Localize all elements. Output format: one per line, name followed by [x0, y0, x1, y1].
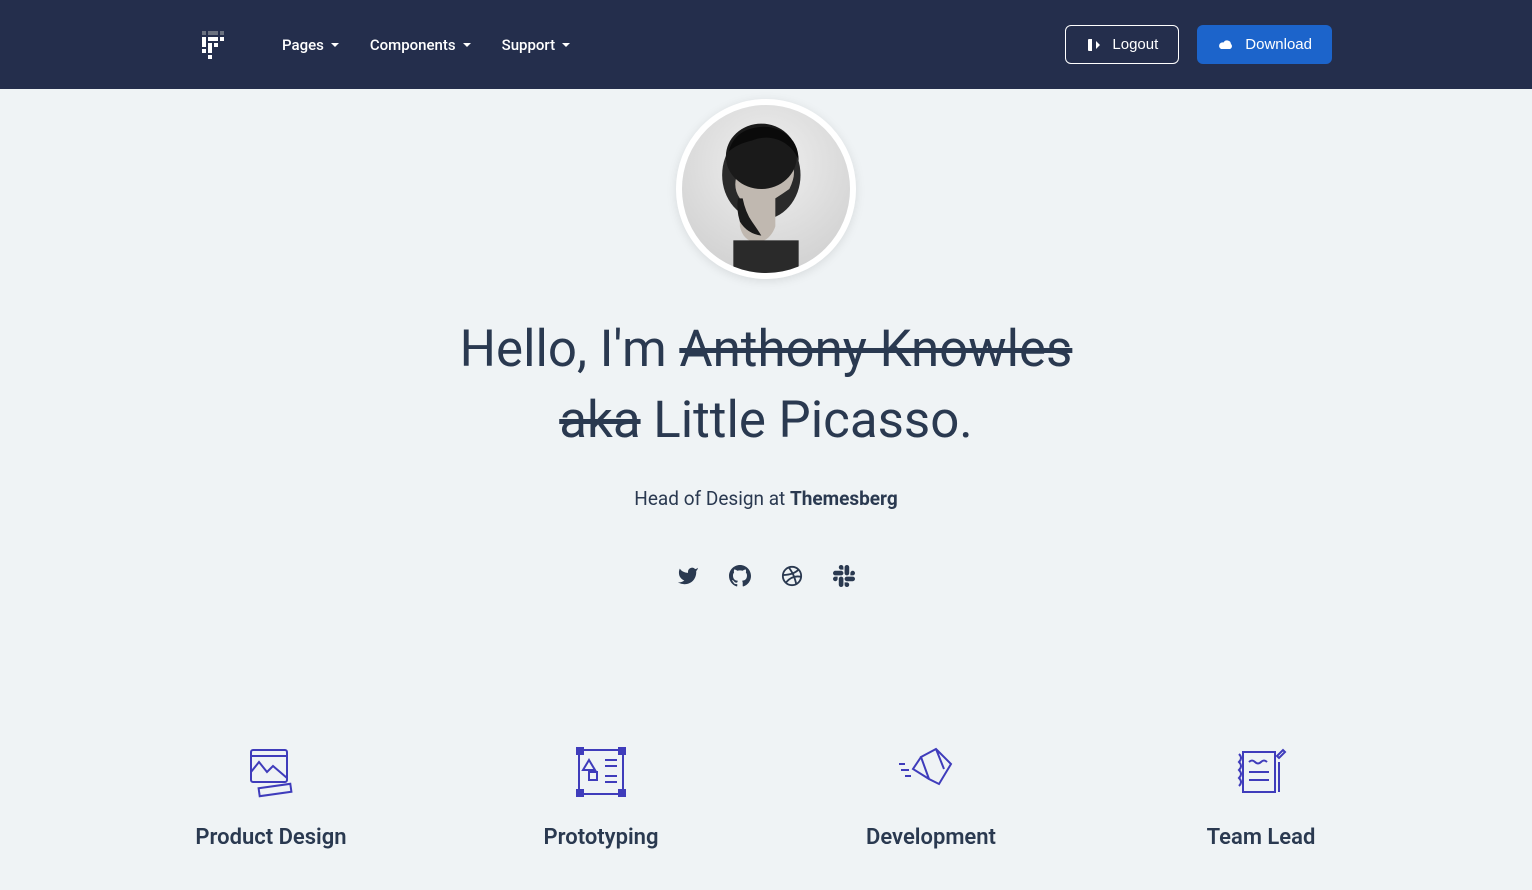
chevron-down-icon: [561, 40, 571, 50]
social-links: [0, 565, 1532, 587]
dribbble-icon[interactable]: [781, 565, 803, 587]
hero-title: Hello, I'm Anthony Knowles aka Little Pi…: [316, 314, 1216, 457]
feature-team-lead: Team Lead: [1161, 737, 1361, 850]
feature-product-design: Product Design: [171, 737, 371, 850]
feature-title: Development: [831, 825, 1031, 850]
navbar: Pages Components Support Logout Download: [0, 0, 1532, 89]
hero-aka-strike: aka: [559, 391, 640, 450]
slack-icon[interactable]: [833, 565, 855, 587]
feature-title: Team Lead: [1161, 825, 1361, 850]
download-label: Download: [1245, 36, 1312, 53]
features: Product Design Prototyping Development T…: [0, 647, 1532, 890]
avatar: [676, 99, 856, 279]
github-icon[interactable]: [729, 565, 751, 587]
nav-label: Support: [502, 36, 555, 54]
nav-link-support[interactable]: Support: [502, 36, 571, 54]
nav-label: Components: [370, 36, 456, 54]
feature-prototyping: Prototyping: [501, 737, 701, 850]
cloud-download-icon: [1217, 37, 1235, 53]
product-design-icon: [171, 737, 371, 807]
hero: Hello, I'm Anthony Knowles aka Little Pi…: [0, 89, 1532, 647]
twitter-icon[interactable]: [677, 565, 699, 587]
chevron-down-icon: [330, 40, 340, 50]
development-icon: [831, 737, 1031, 807]
logo[interactable]: [200, 29, 232, 61]
feature-title: Product Design: [171, 825, 371, 850]
feature-title: Prototyping: [501, 825, 701, 850]
nav-link-pages[interactable]: Pages: [282, 36, 340, 54]
logout-label: Logout: [1112, 36, 1158, 53]
team-lead-icon: [1161, 737, 1361, 807]
feature-development: Development: [831, 737, 1031, 850]
hero-nickname: Little Picasso.: [641, 391, 973, 450]
chevron-down-icon: [462, 40, 472, 50]
download-button[interactable]: Download: [1197, 25, 1332, 64]
logout-icon: [1086, 37, 1102, 53]
company-name: Themesberg: [790, 487, 898, 510]
nav-label: Pages: [282, 36, 324, 54]
nav-link-components[interactable]: Components: [370, 36, 472, 54]
hero-subtitle: Head of Design at Themesberg: [0, 487, 1532, 510]
prototyping-icon: [501, 737, 701, 807]
logout-button[interactable]: Logout: [1065, 25, 1179, 64]
hero-name-strike: Anthony Knowles: [679, 320, 1072, 379]
